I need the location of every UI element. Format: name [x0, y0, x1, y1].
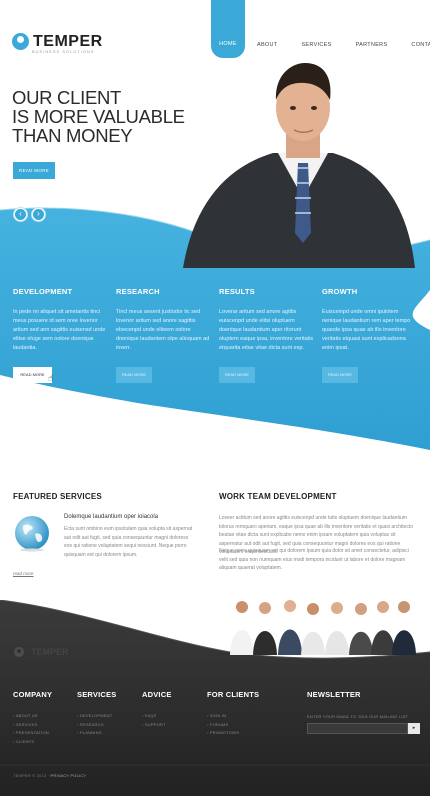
footer-newsletter: NEWSLETTER ENTER YOUR EMAIL TO JOIN OUR …: [307, 690, 420, 734]
hero-title-line-1: OUR CLIENT: [12, 87, 122, 108]
hero-title-line-3: THAN MONEY: [12, 125, 133, 146]
footer-link-development[interactable]: DEVELOPMENT: [77, 712, 116, 721]
copyright-text: TEMPER © 2013 ·: [13, 773, 50, 778]
nav-services[interactable]: SERVICES: [289, 0, 343, 58]
footer-link-research[interactable]: RESEARCH: [77, 721, 116, 730]
copyright: TEMPER © 2013 · PRIVACY POLICY: [13, 773, 86, 778]
feature-development: DEVELOPMENT In pede mi aliquet sit ameta…: [13, 287, 108, 383]
footer-link-presentation[interactable]: PRESENTATION: [13, 729, 52, 738]
feature-read-more-button[interactable]: READ MORE: [13, 367, 52, 383]
nav-contacts[interactable]: CONTACTS: [399, 0, 430, 58]
footer-logo-mark-icon: [14, 647, 24, 657]
newsletter-title: NEWSLETTER: [307, 690, 361, 699]
feature-text: Euisceinpd unde omni ipulotem oenique la…: [322, 309, 411, 351]
footer-col-title: ADVICE: [142, 690, 172, 699]
footer-link-planning[interactable]: PLANNING: [77, 729, 116, 738]
globe-icon: [15, 516, 49, 552]
logo[interactable]: TEMPER: [12, 33, 103, 50]
newsletter-label: ENTER YOUR EMAIL TO JOIN OUR MAILING LIS…: [307, 714, 409, 719]
footer-link-services[interactable]: SERVICES: [13, 721, 52, 730]
feature-title: DEVELOPMENT: [13, 287, 73, 296]
footer-col-title: FOR CLIENTS: [207, 690, 260, 699]
footer-link-forums[interactable]: FORUMS: [207, 721, 259, 730]
feature-text: Loverar aritum sed anore agittis euiscen…: [219, 309, 314, 351]
service-text: Ecta sunt ombino eum ipsotulam quia volu…: [64, 526, 193, 558]
triangle-right-icon: ▸: [412, 725, 416, 731]
footer-link-sign-in[interactable]: SIGN IN: [207, 712, 259, 721]
feature-read-more-button[interactable]: READ MORE: [219, 367, 255, 383]
feature-title: RESULTS: [219, 287, 255, 296]
logo-mark-icon: [12, 33, 29, 50]
hand-cursor-icon: ☝: [48, 373, 54, 383]
newsletter-submit-button[interactable]: ▸: [408, 723, 420, 734]
newsletter-email-input[interactable]: [307, 723, 408, 734]
footer-link-promotions[interactable]: PROMOTIONS: [207, 729, 259, 738]
chevron-left-icon: ‹: [19, 209, 22, 218]
feature-title: RESEARCH: [116, 287, 160, 296]
footer-link-clients[interactable]: CLIENTS: [13, 738, 52, 747]
nav-partners[interactable]: PARTNERS: [344, 0, 400, 58]
businessman-photo: [183, 63, 415, 268]
logo-text: TEMPER: [33, 32, 103, 50]
feature-research: RESEARCH Tincl meus aesent justiodor tic…: [116, 287, 211, 383]
footer-col-advice: ADVICE FAQS SUPPORT: [142, 690, 172, 729]
feature-read-more-button[interactable]: READ MORE: [116, 367, 152, 383]
chevron-right-icon: ›: [37, 209, 40, 218]
feature-read-more-button[interactable]: READ MORE: [322, 367, 358, 383]
service-heading[interactable]: Dolemque laudantium oper ioiacola: [64, 514, 158, 520]
feature-text: Tincl meus aesent justiodor tic sed love…: [116, 309, 210, 351]
footer-col-for-clients: FOR CLIENTS SIGN IN FORUMS PROMOTIONS: [207, 690, 259, 738]
logo-subtitle: BUSINESS SOLUTIONS: [32, 49, 95, 54]
feature-title: GROWTH: [322, 287, 358, 296]
work-team-paragraph-2: Neque porro quisquam est qui dolorem ips…: [219, 548, 409, 571]
nav-about[interactable]: ABOUT: [245, 0, 289, 58]
main-nav: HOME ABOUT SERVICES PARTNERS CONTACTS: [211, 0, 430, 58]
footer-col-title: COMPANY: [13, 690, 53, 699]
footer-link-list: SIGN IN FORUMS PROMOTIONS: [207, 712, 259, 738]
footer-link-support[interactable]: SUPPORT: [142, 721, 172, 730]
footer-logo[interactable]: TEMPER: [14, 647, 69, 657]
privacy-policy-link[interactable]: PRIVACY POLICY: [51, 773, 87, 778]
footer-col-title: SERVICES: [77, 690, 117, 699]
team-photo: [230, 600, 416, 655]
slider-next-button[interactable]: ›: [32, 208, 45, 221]
footer-link-faqs[interactable]: FAQS: [142, 712, 172, 721]
footer-col-company: COMPANY ABOUT US SERVICES PRESENTATION C…: [13, 690, 52, 746]
nav-home[interactable]: HOME: [211, 0, 245, 58]
feature-growth: GROWTH Euisceinpd unde omni ipulotem oen…: [322, 287, 417, 383]
footer-link-list: DEVELOPMENT RESEARCH PLANNING: [77, 712, 116, 738]
footer-link-list: FAQS SUPPORT: [142, 712, 172, 729]
work-team-title: WORK TEAM DEVELOPMENT: [219, 492, 337, 501]
featured-services-title: FEATURED SERVICES: [13, 492, 102, 501]
footer-link-about-us[interactable]: ABOUT US: [13, 712, 52, 721]
feature-results: RESULTS Loverar aritum sed anore agittis…: [219, 287, 314, 383]
hero-read-more-button[interactable]: READ MORE: [13, 162, 55, 179]
slider-prev-button[interactable]: ‹: [14, 208, 27, 221]
footer-logo-text: TEMPER: [31, 647, 69, 657]
service-read-more-link[interactable]: read more: [13, 571, 34, 576]
hero-title-line-2: IS MORE VALUABLE: [12, 106, 185, 127]
feature-text: In pede mi aliquet sit ametantis tinci m…: [13, 309, 106, 351]
hero-title: OUR CLIENT IS MORE VALUABLE THAN MONEY: [12, 88, 212, 145]
footer-col-services: SERVICES DEVELOPMENT RESEARCH PLANNING: [77, 690, 116, 738]
footer-link-list: ABOUT US SERVICES PRESENTATION CLIENTS: [13, 712, 52, 746]
